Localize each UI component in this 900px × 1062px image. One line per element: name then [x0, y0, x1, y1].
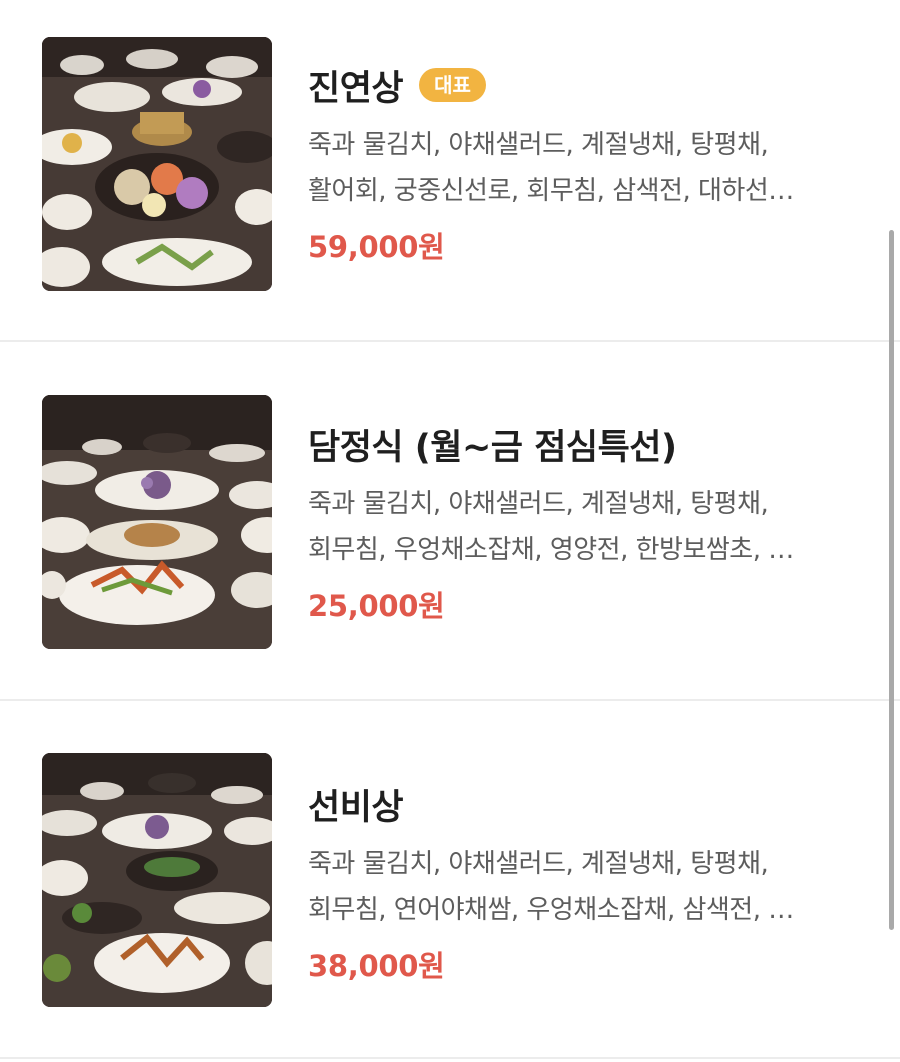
menu-info: 선비상 죽과 물김치, 야채샐러드, 계절냉채, 탕평채, 회무침, 연어야채쌈…: [308, 781, 860, 985]
menu-description-line: 회무침, 연어야채쌈, 우엉채소잡채, 삼색전, …: [308, 895, 794, 925]
menu-item[interactable]: 선비상 죽과 물김치, 야채샐러드, 계절냉채, 탕평채, 회무침, 연어야채쌈…: [0, 701, 900, 1059]
title-row: 진연상 대표: [308, 62, 860, 109]
menu-description-line: 죽과 물김치, 야채샐러드, 계절냉채, 탕평채,: [308, 849, 769, 879]
menu-price: 59,000원: [308, 230, 445, 264]
menu-info: 담정식 (월~금 점심특선) 죽과 물김치, 야채샐러드, 계절냉채, 탕평채,…: [308, 421, 860, 625]
signature-badge: 대표: [419, 68, 486, 102]
menu-description: 죽과 물김치, 야채샐러드, 계절냉채, 탕평채, 회무침, 연어야채쌈, 우엉…: [308, 841, 860, 933]
title-row: 선비상: [308, 781, 860, 828]
menu-list: 진연상 대표 죽과 물김치, 야채샐러드, 계절냉채, 탕평채, 활어회, 궁중…: [0, 0, 900, 1062]
title-row: 담정식 (월~금 점심특선): [308, 421, 860, 468]
menu-title: 선비상: [308, 787, 404, 828]
menu-photo: [42, 37, 272, 291]
menu-photo: [42, 395, 272, 649]
menu-title: 담정식 (월~금 점심특선): [308, 427, 677, 468]
menu-description-line: 죽과 물김치, 야채샐러드, 계절냉채, 탕평채,: [308, 489, 769, 519]
menu-price: 25,000원: [308, 589, 445, 623]
menu-description-line: 회무침, 우엉채소잡채, 영양전, 한방보쌈초, …: [308, 535, 794, 565]
scrollbar[interactable]: [889, 230, 894, 930]
menu-description-line: 죽과 물김치, 야채샐러드, 계절냉채, 탕평채,: [308, 130, 769, 160]
menu-description: 죽과 물김치, 야채샐러드, 계절냉채, 탕평채, 회무침, 우엉채소잡채, 영…: [308, 481, 860, 573]
menu-description-line: 활어회, 궁중신선로, 회무침, 삼색전, 대하선…: [308, 176, 794, 206]
menu-description: 죽과 물김치, 야채샐러드, 계절냉채, 탕평채, 활어회, 궁중신선로, 회무…: [308, 122, 860, 214]
menu-info: 진연상 대표 죽과 물김치, 야채샐러드, 계절냉채, 탕평채, 활어회, 궁중…: [308, 62, 860, 266]
menu-price: 38,000원: [308, 949, 445, 983]
menu-item[interactable]: 진연상 대표 죽과 물김치, 야채샐러드, 계절냉채, 탕평채, 활어회, 궁중…: [0, 0, 900, 342]
menu-title: 진연상: [308, 68, 404, 109]
menu-photo: [42, 753, 272, 1007]
menu-item[interactable]: 담정식 (월~금 점심특선) 죽과 물김치, 야채샐러드, 계절냉채, 탕평채,…: [0, 343, 900, 701]
